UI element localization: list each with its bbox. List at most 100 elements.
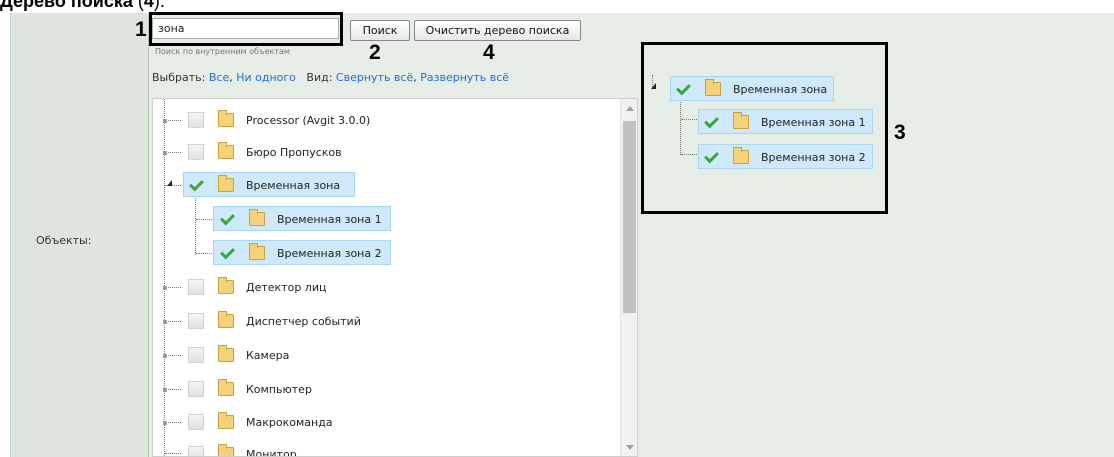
- folder-icon: [733, 112, 749, 129]
- tree-toggle-icon[interactable]: [163, 286, 167, 290]
- checkbox-icon[interactable]: [188, 347, 204, 363]
- tree-toggle-icon[interactable]: [163, 388, 167, 392]
- tree-toggle-icon[interactable]: [163, 421, 167, 425]
- tree-node-event-manager[interactable]: Диспетчер событий: [188, 309, 365, 333]
- heading-bold-text: Дерево поиска: [0, 0, 133, 11]
- view-label: Вид:: [306, 71, 333, 84]
- result-node-time-zone-2[interactable]: Временная зона 2: [703, 145, 870, 169]
- tree-node-label: Камера: [246, 348, 290, 362]
- tree-connector: [165, 453, 181, 454]
- tree-node-monitor[interactable]: Монитор: [188, 442, 301, 457]
- folder-icon: [218, 345, 234, 362]
- tree-node-label: Детектор лиц: [246, 280, 327, 294]
- checkbox-icon[interactable]: [219, 211, 235, 227]
- tree-node-label: Компьютер: [246, 382, 312, 396]
- checkbox-icon[interactable]: [188, 279, 204, 295]
- tree-connector: [165, 422, 181, 423]
- tree-node-camera[interactable]: Камера: [188, 343, 293, 367]
- tree-connector: [165, 120, 181, 121]
- tree-connector: [165, 287, 181, 288]
- checkbox-icon[interactable]: [675, 81, 691, 97]
- folder-icon: [218, 444, 234, 456]
- tree-connector: [165, 355, 181, 356]
- folder-icon: [218, 412, 234, 429]
- select-view-row: Выбрать: Все, Ни одного Вид: Свернуть вс…: [152, 71, 510, 84]
- tree-toggle-icon[interactable]: [163, 354, 167, 358]
- tree-connector: [196, 219, 212, 220]
- checkbox-icon[interactable]: [188, 177, 204, 193]
- folder-icon: [249, 243, 265, 260]
- tree-node-pass-bureau[interactable]: Бюро Пропусков: [188, 140, 346, 164]
- object-tree: Processor (Avgit 3.0.0) Бюро Пропусков В…: [152, 98, 638, 457]
- tree-scrollbar[interactable]: [620, 99, 637, 456]
- callout-number-3: 3: [894, 121, 906, 144]
- checkbox-icon[interactable]: [188, 414, 204, 430]
- tree-toggle-icon[interactable]: [167, 180, 172, 186]
- callout-number-4: 4: [483, 41, 495, 64]
- heading-paren-close: ).: [153, 0, 165, 11]
- checkbox-icon[interactable]: [188, 446, 204, 456]
- result-node-time-zone-1[interactable]: Временная зона 1: [703, 110, 870, 134]
- tree-node-label: Диспетчер событий: [246, 314, 361, 328]
- folder-icon: [733, 147, 749, 164]
- result-node-time-zone[interactable]: Временная зона: [675, 77, 831, 101]
- tree-node-processor[interactable]: Processor (Avgit 3.0.0): [188, 108, 374, 132]
- tree-toggle-icon[interactable]: [163, 151, 167, 155]
- search-button[interactable]: Поиск: [350, 20, 410, 41]
- tree-toggle-icon[interactable]: [163, 320, 167, 324]
- folder-icon: [218, 379, 234, 396]
- clear-search-tree-button[interactable]: Очистить дерево поиска: [414, 20, 581, 41]
- tree-node-label: Временная зона: [733, 82, 828, 96]
- tree-connector: [165, 321, 181, 322]
- folder-icon: [249, 209, 265, 226]
- tree-node-label: Монитор: [246, 447, 297, 457]
- checkbox-icon[interactable]: [703, 114, 719, 130]
- tree-connector: [165, 389, 181, 390]
- tree-node-time-zone[interactable]: Временная зона: [188, 173, 344, 197]
- tree-node-label: Временная зона 2: [761, 150, 866, 164]
- heading-number: 4: [143, 0, 154, 11]
- folder-icon: [218, 277, 234, 294]
- folder-icon: [705, 79, 721, 96]
- select-label: Выбрать:: [152, 71, 206, 84]
- tree-node-label: Временная зона 1: [277, 212, 382, 226]
- checkbox-icon[interactable]: [703, 149, 719, 165]
- tree-child-line: [195, 195, 196, 255]
- scrollbar-thumb[interactable]: [623, 121, 636, 313]
- checkbox-icon[interactable]: [188, 112, 204, 128]
- select-all-link[interactable]: Все: [209, 71, 229, 84]
- scroll-down-arrow-icon[interactable]: [626, 445, 634, 450]
- callout-number-1: 1: [135, 18, 147, 41]
- checkbox-icon[interactable]: [188, 144, 204, 160]
- folder-icon: [218, 142, 234, 159]
- callout-number-2: 2: [369, 41, 381, 64]
- folder-icon: [218, 311, 234, 328]
- expand-all-link[interactable]: Развернуть всё: [420, 71, 509, 84]
- select-none-link[interactable]: Ни одного: [236, 71, 296, 84]
- tree-node-macro[interactable]: Макрокоманда: [188, 410, 337, 434]
- folder-icon: [218, 175, 234, 192]
- tree-toggle-icon[interactable]: [651, 83, 656, 89]
- tree-node-face-detector[interactable]: Детектор лиц: [188, 275, 330, 299]
- checkbox-icon[interactable]: [188, 313, 204, 329]
- search-result-tree: Временная зона Временная зона 1 Временна…: [641, 42, 888, 214]
- tree-node-computer[interactable]: Компьютер: [188, 377, 316, 401]
- tree-connector: [681, 119, 697, 120]
- tree-node-time-zone-2[interactable]: Временная зона 2: [219, 241, 386, 265]
- tree-node-label: Временная зона 2: [277, 246, 382, 260]
- checkbox-icon[interactable]: [188, 381, 204, 397]
- collapse-all-link[interactable]: Свернуть всё: [336, 71, 413, 84]
- tree-connector: [165, 152, 181, 153]
- tree-node-label: Макрокоманда: [246, 415, 333, 429]
- objects-label: Объекты:: [36, 234, 92, 247]
- scroll-up-arrow-icon[interactable]: [626, 106, 634, 111]
- tree-node-label: Processor (Avgit 3.0.0): [246, 113, 371, 127]
- tree-toggle-icon[interactable]: [163, 119, 167, 123]
- checkbox-icon[interactable]: [219, 245, 235, 261]
- tree-node-label: Бюро Пропусков: [246, 145, 342, 159]
- tree-node-time-zone-1[interactable]: Временная зона 1: [219, 207, 386, 231]
- folder-icon: [218, 110, 234, 127]
- tree-node-label: Временная зона: [246, 178, 341, 192]
- tree-connector: [681, 154, 697, 155]
- callout-box-1: [149, 12, 343, 46]
